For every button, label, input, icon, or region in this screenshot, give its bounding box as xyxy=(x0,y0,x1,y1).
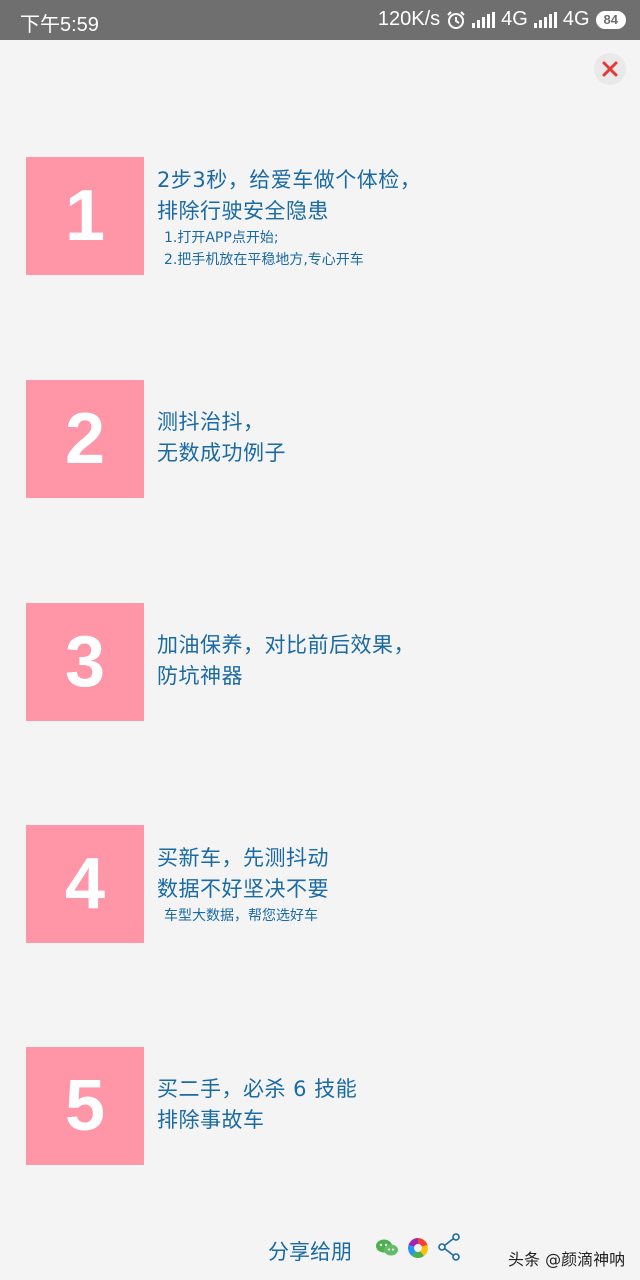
signal-icon xyxy=(472,11,496,28)
watermark-text: 头条 @颜滴神呐 xyxy=(508,1250,626,1269)
step-subtext-2: 2.把手机放在平稳地方,专心开车 xyxy=(164,252,364,268)
signal-icon xyxy=(533,11,557,28)
step-subtext-1: 车型大数据，帮您选好车 xyxy=(164,908,318,924)
step-3: 3 加油保养，对比前后效果， 防坑神器 xyxy=(26,603,626,721)
battery-icon: 84 xyxy=(595,10,626,29)
step-number-box: 4 xyxy=(26,825,144,943)
step-4: 4 买新车，先测抖动 数据不好坚决不要 车型大数据，帮您选好车 xyxy=(26,825,626,943)
step-number-box: 1 xyxy=(26,157,144,275)
network-type-2: 4G xyxy=(562,8,590,30)
close-button[interactable] xyxy=(594,53,626,85)
step-number-box: 2 xyxy=(26,380,144,498)
step-title-line2: 排除事故车 xyxy=(157,1108,265,1132)
step-title-line2: 防坑神器 xyxy=(157,664,243,688)
share-label[interactable]: 分享给朋 xyxy=(268,1236,352,1266)
step-1: 1 2步3秒，给爱车做个体检， 排除行驶安全隐患 1.打开APP点开始; 2.把… xyxy=(26,157,626,275)
step-subtext-1: 1.打开APP点开始; xyxy=(164,230,279,246)
step-title-line1: 2步3秒，给爱车做个体检， xyxy=(157,168,422,192)
network-speed: 120K/s xyxy=(377,8,441,30)
share-icon[interactable] xyxy=(437,1233,461,1261)
step-title-line1: 买二手，必杀 6 技能 xyxy=(157,1077,358,1101)
step-text: 测抖治抖， 无数成功例子 xyxy=(157,407,286,469)
step-text: 加油保养，对比前后效果， 防坑神器 xyxy=(157,630,415,692)
step-text: 买新车，先测抖动 数据不好坚决不要 车型大数据，帮您选好车 xyxy=(157,843,329,927)
step-title-line1: 测抖治抖， xyxy=(157,410,265,434)
moments-icon[interactable] xyxy=(407,1237,429,1259)
step-title-line1: 加油保养，对比前后效果， xyxy=(157,633,415,657)
network-type-1: 4G xyxy=(501,8,528,30)
step-title-line2: 无数成功例子 xyxy=(157,441,286,465)
status-right: 120K/s 4G 4G 84 xyxy=(378,8,626,31)
step-text: 2步3秒，给爱车做个体检， 排除行驶安全隐患 1.打开APP点开始; 2.把手机… xyxy=(157,165,421,271)
step-title-line1: 买新车，先测抖动 xyxy=(157,846,329,870)
alarm-icon xyxy=(447,10,465,29)
step-number-box: 5 xyxy=(26,1047,144,1165)
wechat-icon[interactable] xyxy=(375,1237,399,1259)
step-number-box: 3 xyxy=(26,603,144,721)
step-text: 买二手，必杀 6 技能 排除事故车 xyxy=(157,1074,357,1136)
step-title-line2: 数据不好坚决不要 xyxy=(157,877,329,901)
status-time: 下午5:59 xyxy=(20,14,99,36)
step-5: 5 买二手，必杀 6 技能 排除事故车 xyxy=(26,1047,626,1165)
step-2: 2 测抖治抖， 无数成功例子 xyxy=(26,380,626,498)
close-icon xyxy=(602,61,618,77)
step-title-line2: 排除行驶安全隐患 xyxy=(157,199,329,223)
status-bar: 下午5:59 120K/s 4G 4G 84 xyxy=(0,0,640,40)
